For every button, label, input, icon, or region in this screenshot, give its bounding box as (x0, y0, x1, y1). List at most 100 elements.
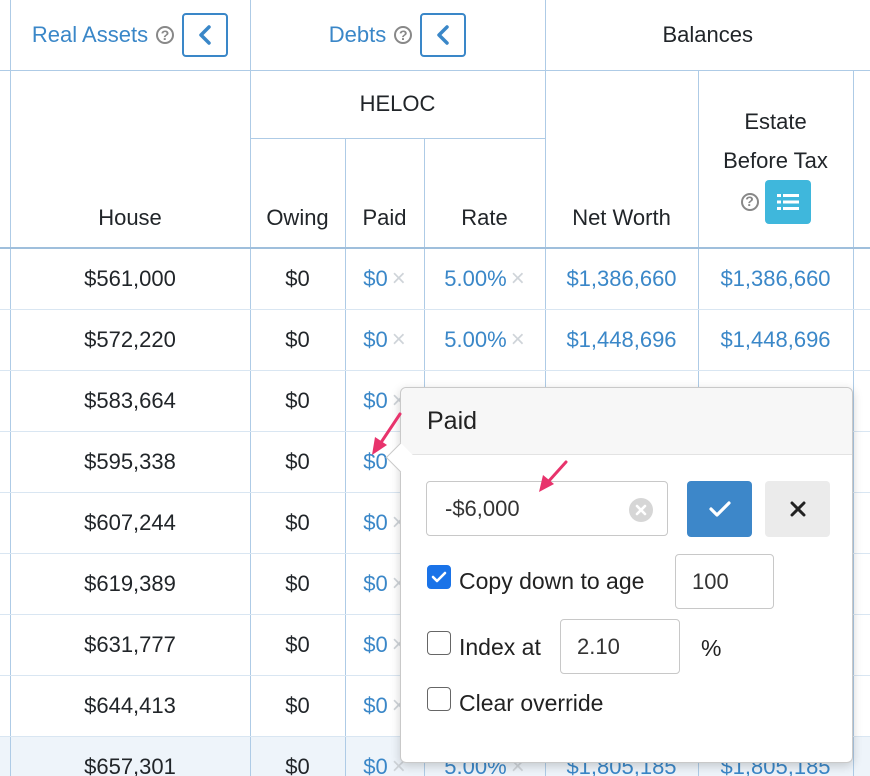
left-edge-cell (0, 309, 10, 371)
rate-value[interactable]: 5.00% (444, 266, 506, 291)
popover-header: Paid (401, 388, 852, 455)
debts-label[interactable]: Debts (329, 22, 386, 48)
paid-value[interactable]: $0 (363, 510, 387, 535)
index-label[interactable]: Index at (459, 634, 541, 661)
question-circle-icon[interactable]: ? (394, 25, 413, 44)
owing-value: $0 (285, 754, 310, 776)
estate-cell[interactable]: $1,448,696 (697, 309, 853, 371)
paid-value[interactable]: $0 (363, 266, 387, 291)
real-assets-label[interactable]: Real Assets (32, 22, 148, 48)
owing-value: $0 (285, 388, 310, 413)
net-worth-value[interactable]: $1,386,660 (566, 266, 676, 291)
question-circle-icon[interactable]: ? (156, 25, 175, 44)
rate-cell[interactable]: 5.00% × (423, 309, 545, 371)
estate-details-button[interactable] (764, 179, 811, 224)
owing-cell: $0 (249, 370, 345, 432)
left-edge-cell (0, 370, 10, 432)
heloc-label: HELOC (359, 91, 436, 116)
collapse-debts-button[interactable] (420, 12, 467, 57)
rate-cell[interactable]: 5.00% × (423, 248, 545, 310)
close-icon[interactable]: × (511, 326, 525, 353)
next-column-cell (852, 370, 870, 432)
check-icon (431, 571, 447, 583)
next-column-cell (852, 431, 870, 493)
index-checkbox[interactable] (427, 631, 451, 655)
chevron-left-icon (437, 25, 449, 45)
left-edge-cell (0, 248, 10, 310)
clear-override-checkbox[interactable] (427, 687, 451, 711)
owing-value: $0 (285, 632, 310, 657)
house-value: $607,244 (84, 510, 176, 535)
house-value: $561,000 (84, 266, 176, 291)
owing-value: $0 (285, 571, 310, 596)
popover-title: Paid (427, 406, 478, 435)
owing-column-header: Owing (249, 138, 345, 249)
house-cell: $644,413 (9, 675, 250, 737)
paid-value[interactable]: $0 (363, 327, 387, 352)
net-worth-cell[interactable]: $1,386,660 (544, 248, 698, 310)
copy-down-label[interactable]: Copy down to age (459, 568, 644, 595)
estate-value[interactable]: $1,386,660 (720, 266, 830, 291)
left-edge-cell (0, 0, 10, 71)
owing-cell: $0 (249, 614, 345, 676)
house-cell: $631,777 (9, 614, 250, 676)
debts-header: Debts ? (249, 0, 545, 71)
estate-label-line1: Estate (744, 108, 807, 134)
owing-cell: $0 (249, 736, 345, 776)
paid-value[interactable]: $0 (363, 693, 387, 718)
paid-label: Paid (362, 205, 407, 230)
owing-value: $0 (285, 266, 310, 291)
annotation-arrow-cell (372, 412, 402, 455)
chevron-left-icon (199, 25, 211, 45)
house-value: $657,301 (84, 754, 176, 776)
next-column-cell (852, 309, 870, 371)
estate-value[interactable]: $1,448,696 (720, 327, 830, 352)
next-column-cell (852, 736, 870, 776)
house-value: $644,413 (84, 693, 176, 718)
balances-label: Balances (662, 21, 753, 47)
paid-value[interactable]: $0 (363, 754, 387, 776)
clear-input-icon[interactable] (629, 498, 653, 522)
house-cell: $561,000 (9, 248, 250, 310)
house-label: House (98, 205, 162, 230)
paid-value[interactable]: $0 (363, 632, 387, 657)
close-icon[interactable]: × (392, 326, 406, 353)
paid-override-popover: Paid -$6,000 Copy down to age 100 Index … (385, 387, 853, 763)
table-row: $561,000 $0 $0 × 5.00% × $1,386,660 $1,386,660 (0, 248, 870, 310)
owing-cell: $0 (249, 553, 345, 615)
paid-value[interactable]: $0 (363, 571, 387, 596)
collapse-real-assets-button[interactable] (182, 12, 229, 57)
net-worth-column-header: Net Worth (544, 70, 698, 249)
cancel-button[interactable] (765, 481, 830, 537)
clear-override-label[interactable]: Clear override (459, 690, 603, 717)
rate-value[interactable]: 5.00% (444, 327, 506, 352)
house-value: $572,220 (84, 327, 176, 352)
house-value: $583,664 (84, 388, 176, 413)
index-rate-input[interactable]: 2.10 (560, 619, 680, 674)
question-circle-icon[interactable]: ? (740, 192, 759, 211)
balances-header: Balances (544, 0, 870, 71)
paid-cell[interactable]: $0× (344, 309, 424, 371)
net-worth-label: Net Worth (572, 205, 671, 230)
confirm-button[interactable] (687, 481, 752, 537)
heloc-header: HELOC (249, 70, 545, 139)
estate-cell[interactable]: $1,386,660 (697, 248, 853, 310)
owing-value: $0 (285, 510, 310, 535)
close-icon[interactable]: × (392, 265, 406, 292)
house-column-header: House (9, 70, 250, 249)
copy-down-age-input[interactable]: 100 (675, 554, 774, 609)
close-icon[interactable]: × (511, 265, 525, 292)
index-rate-value: 2.10 (577, 633, 620, 659)
rate-column-header: Rate (423, 138, 545, 249)
estate-column-header: Estate Before Tax ? (697, 70, 853, 249)
owing-label: Owing (266, 205, 329, 230)
net-worth-value[interactable]: $1,448,696 (566, 327, 676, 352)
net-worth-cell[interactable]: $1,448,696 (544, 309, 698, 371)
paid-cell[interactable]: $0× (344, 248, 424, 310)
copy-down-age-value: 100 (692, 568, 729, 594)
next-column-header (852, 70, 870, 249)
house-cell: $607,244 (9, 492, 250, 554)
left-edge-cell (0, 431, 10, 493)
house-cell: $583,664 (9, 370, 250, 432)
copy-down-checkbox[interactable] (427, 565, 451, 589)
